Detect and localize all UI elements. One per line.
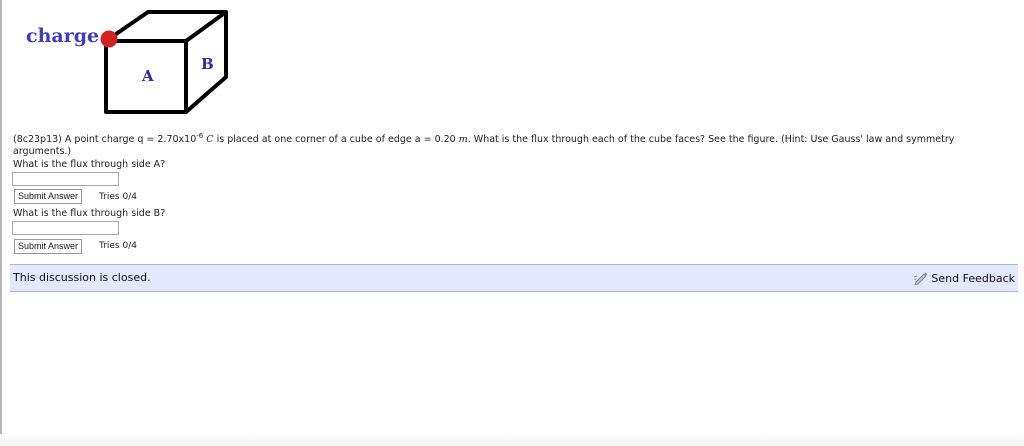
left-border [0,0,2,446]
send-feedback-link[interactable]: Send Feedback [913,271,1015,286]
answer-a-input[interactable] [12,172,119,186]
problem-text-middle: is placed at one corner of a cube of edg… [216,134,456,145]
charge-exponent: -6 [196,132,204,140]
problem-text-start: (8c23p13) A point charge q = 2.70x10 [13,134,197,145]
question-b-prompt: What is the flux through side B? [13,208,166,219]
answer-b-input[interactable] [12,221,119,235]
pencil-icon [913,271,929,286]
cube-top-edge [184,10,228,43]
submit-answer-b-button[interactable]: Submit Answer [14,239,83,254]
charge-dot [100,30,118,48]
tries-b-count: Tries 0/4 [99,241,137,251]
charge-label: charge [26,25,100,47]
discussion-bar: This discussion is closed. Send Feedback [10,264,1018,292]
submit-answer-a-button[interactable]: Submit Answer [14,189,83,204]
send-feedback-label[interactable]: Send Feedback [931,272,1015,285]
charge-unit: C [206,134,214,145]
edge-unit: m [458,134,468,145]
discussion-status: This discussion is closed. [13,271,151,284]
question-a-prompt: What is the flux through side A? [13,159,166,170]
face-b-label: B [201,55,214,73]
face-a-label: A [142,67,154,85]
tries-a-count: Tries 0/4 [99,192,137,202]
bottom-fade [0,434,1024,446]
problem-statement: (8c23p13) A point charge q = 2.70x10-6 C… [13,132,1013,157]
